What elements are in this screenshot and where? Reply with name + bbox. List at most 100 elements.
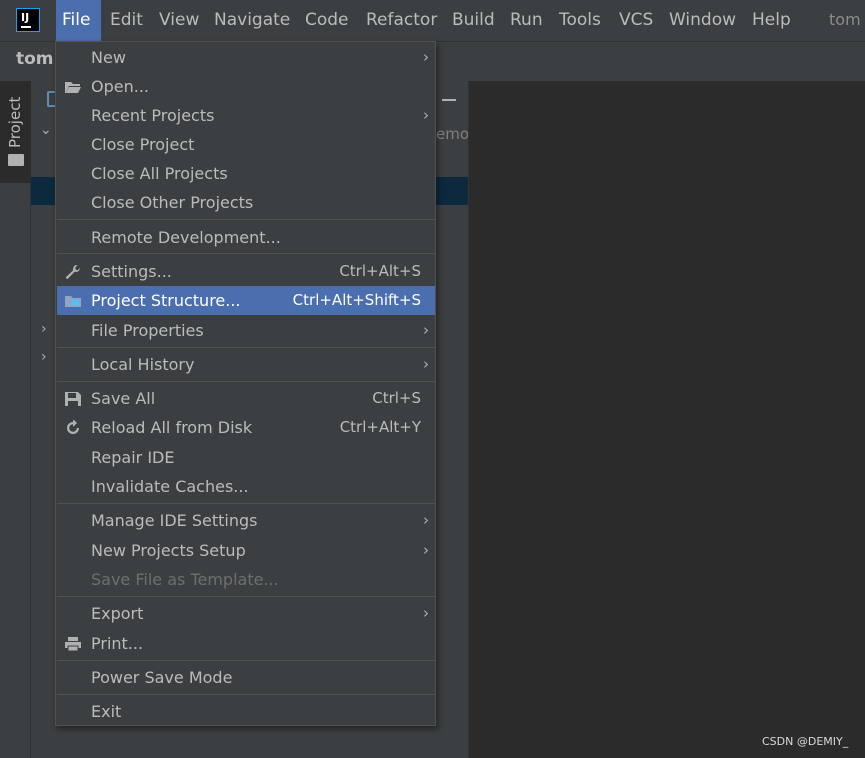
submenu-arrow-icon: › — [423, 604, 429, 622]
menu-item-save-file-as-template: Save File as Template... — [57, 565, 435, 594]
chevron-right-icon[interactable]: › — [41, 349, 47, 365]
menu-item-invalidate-caches[interactable]: Invalidate Caches... — [57, 472, 435, 501]
chevron-down-icon[interactable]: ⌄ — [40, 122, 52, 138]
watermark-text: CSDN @DEMIY_ — [762, 735, 849, 748]
minimize-icon[interactable] — [442, 99, 456, 101]
menu-navigate[interactable]: Navigate — [214, 0, 290, 41]
menu-item-project-structure[interactable]: Project Structure... Ctrl+Alt+Shift+S — [57, 286, 435, 315]
menu-item-label: Exit — [91, 702, 122, 721]
menu-item-label: Save All — [91, 389, 156, 408]
menu-item-print[interactable]: Print... — [57, 629, 435, 658]
menu-separator — [57, 347, 435, 348]
file-dropdown-menu: New › Open... Recent Projects › Close Pr… — [55, 41, 436, 726]
menu-item-label: Print... — [91, 634, 144, 653]
menu-tools-label: Tools — [559, 10, 601, 30]
editor-area — [468, 81, 865, 758]
menu-item-label: Manage IDE Settings — [91, 511, 258, 530]
menu-item-save-all[interactable]: Save All Ctrl+S — [57, 384, 435, 413]
logo-underline — [21, 26, 31, 28]
menu-item-settings[interactable]: Settings... Ctrl+Alt+S — [57, 257, 435, 286]
menu-item-remote-development[interactable]: Remote Development... — [57, 223, 435, 252]
menu-item-label: Close All Projects — [91, 164, 228, 183]
menu-item-new-projects-setup[interactable]: New Projects Setup › — [57, 536, 435, 565]
menu-window[interactable]: Window — [669, 0, 736, 41]
menu-item-label: Repair IDE — [91, 448, 175, 467]
menu-edit-label: Edit — [110, 10, 143, 30]
menu-run[interactable]: Run — [510, 0, 543, 41]
menu-item-label: Local History — [91, 355, 195, 374]
window-title-text: tom — [829, 10, 861, 29]
logo-text: IJ — [21, 11, 30, 24]
menu-separator — [57, 596, 435, 597]
menu-item-local-history[interactable]: Local History › — [57, 350, 435, 379]
menu-item-label: Open... — [91, 77, 149, 96]
menu-item-manage-ide-settings[interactable]: Manage IDE Settings › — [57, 506, 435, 535]
menu-item-reload-all-from-disk[interactable]: Reload All from Disk Ctrl+Alt+Y — [57, 413, 435, 442]
menu-item-label: New — [91, 48, 126, 67]
menu-navigate-label: Navigate — [214, 10, 291, 30]
menu-item-label: Save File as Template... — [91, 570, 279, 589]
folder-icon — [8, 154, 24, 166]
chevron-right-icon[interactable]: › — [41, 321, 47, 337]
menu-view-label: View — [159, 10, 200, 30]
menu-help-label: Help — [752, 10, 791, 30]
menu-item-close-other-projects[interactable]: Close Other Projects — [57, 188, 435, 217]
menu-code[interactable]: Code — [305, 0, 349, 41]
menu-separator — [57, 253, 435, 254]
menu-item-file-properties[interactable]: File Properties › — [57, 316, 435, 345]
menu-item-label: Power Save Mode — [91, 668, 233, 687]
menu-item-power-save-mode[interactable]: Power Save Mode — [57, 663, 435, 692]
menu-file[interactable]: File — [56, 0, 101, 41]
menu-item-close-project[interactable]: Close Project — [57, 130, 435, 159]
menu-item-shortcut: Ctrl+Alt+S — [339, 262, 421, 280]
menu-item-export[interactable]: Export › — [57, 599, 435, 628]
submenu-arrow-icon: › — [423, 541, 429, 559]
submenu-arrow-icon: › — [423, 355, 429, 373]
submenu-arrow-icon: › — [423, 321, 429, 339]
menu-item-label: Reload All from Disk — [91, 418, 253, 437]
menu-item-shortcut: Ctrl+S — [372, 389, 421, 407]
menu-tools[interactable]: Tools — [559, 0, 601, 41]
submenu-arrow-icon: › — [423, 48, 429, 66]
menu-help[interactable]: Help — [752, 0, 791, 41]
menu-separator — [57, 503, 435, 504]
print-icon — [65, 637, 81, 652]
menu-item-label: New Projects Setup — [91, 541, 246, 560]
submenu-arrow-icon: › — [423, 106, 429, 124]
menu-build-label: Build — [452, 10, 495, 30]
menu-separator — [57, 219, 435, 220]
menu-item-label: Settings... — [91, 262, 172, 281]
folder-open-icon — [65, 82, 81, 93]
menu-refactor[interactable]: Refactor — [366, 0, 437, 41]
save-icon — [65, 392, 81, 406]
menu-separator — [57, 694, 435, 695]
main-menu-bar: IJ File Edit View Navigate Code Refactor… — [0, 0, 865, 41]
menu-item-recent-projects[interactable]: Recent Projects › — [57, 101, 435, 130]
project-name-breadcrumb[interactable]: tom — [16, 49, 54, 69]
submenu-arrow-icon: › — [423, 511, 429, 529]
menu-item-new[interactable]: New › — [57, 43, 435, 72]
menu-edit[interactable]: Edit — [110, 0, 143, 41]
menu-item-shortcut: Ctrl+Alt+Shift+S — [292, 291, 421, 309]
menu-item-label: File Properties — [91, 321, 204, 340]
project-tab-label: Project — [6, 96, 24, 148]
menu-item-label: Close Project — [91, 135, 195, 154]
menu-item-open[interactable]: Open... — [57, 72, 435, 101]
menu-build[interactable]: Build — [452, 0, 495, 41]
wrench-icon — [65, 265, 80, 280]
menu-item-label: Close Other Projects — [91, 193, 254, 212]
menu-view[interactable]: View — [159, 0, 199, 41]
menu-vcs[interactable]: VCS — [619, 0, 653, 41]
menu-item-label: Invalidate Caches... — [91, 477, 249, 496]
menu-item-shortcut: Ctrl+Alt+Y — [339, 418, 421, 436]
menu-separator — [57, 660, 435, 661]
menu-item-repair-ide[interactable]: Repair IDE — [57, 443, 435, 472]
menu-window-label: Window — [669, 10, 737, 30]
menu-refactor-label: Refactor — [366, 10, 438, 30]
intellij-logo-icon: IJ — [16, 8, 40, 32]
menu-item-close-all-projects[interactable]: Close All Projects — [57, 159, 435, 188]
menu-vcs-label: VCS — [619, 10, 654, 30]
menu-code-label: Code — [305, 10, 349, 30]
menu-file-label: File — [62, 10, 91, 30]
menu-item-exit[interactable]: Exit — [57, 697, 435, 726]
